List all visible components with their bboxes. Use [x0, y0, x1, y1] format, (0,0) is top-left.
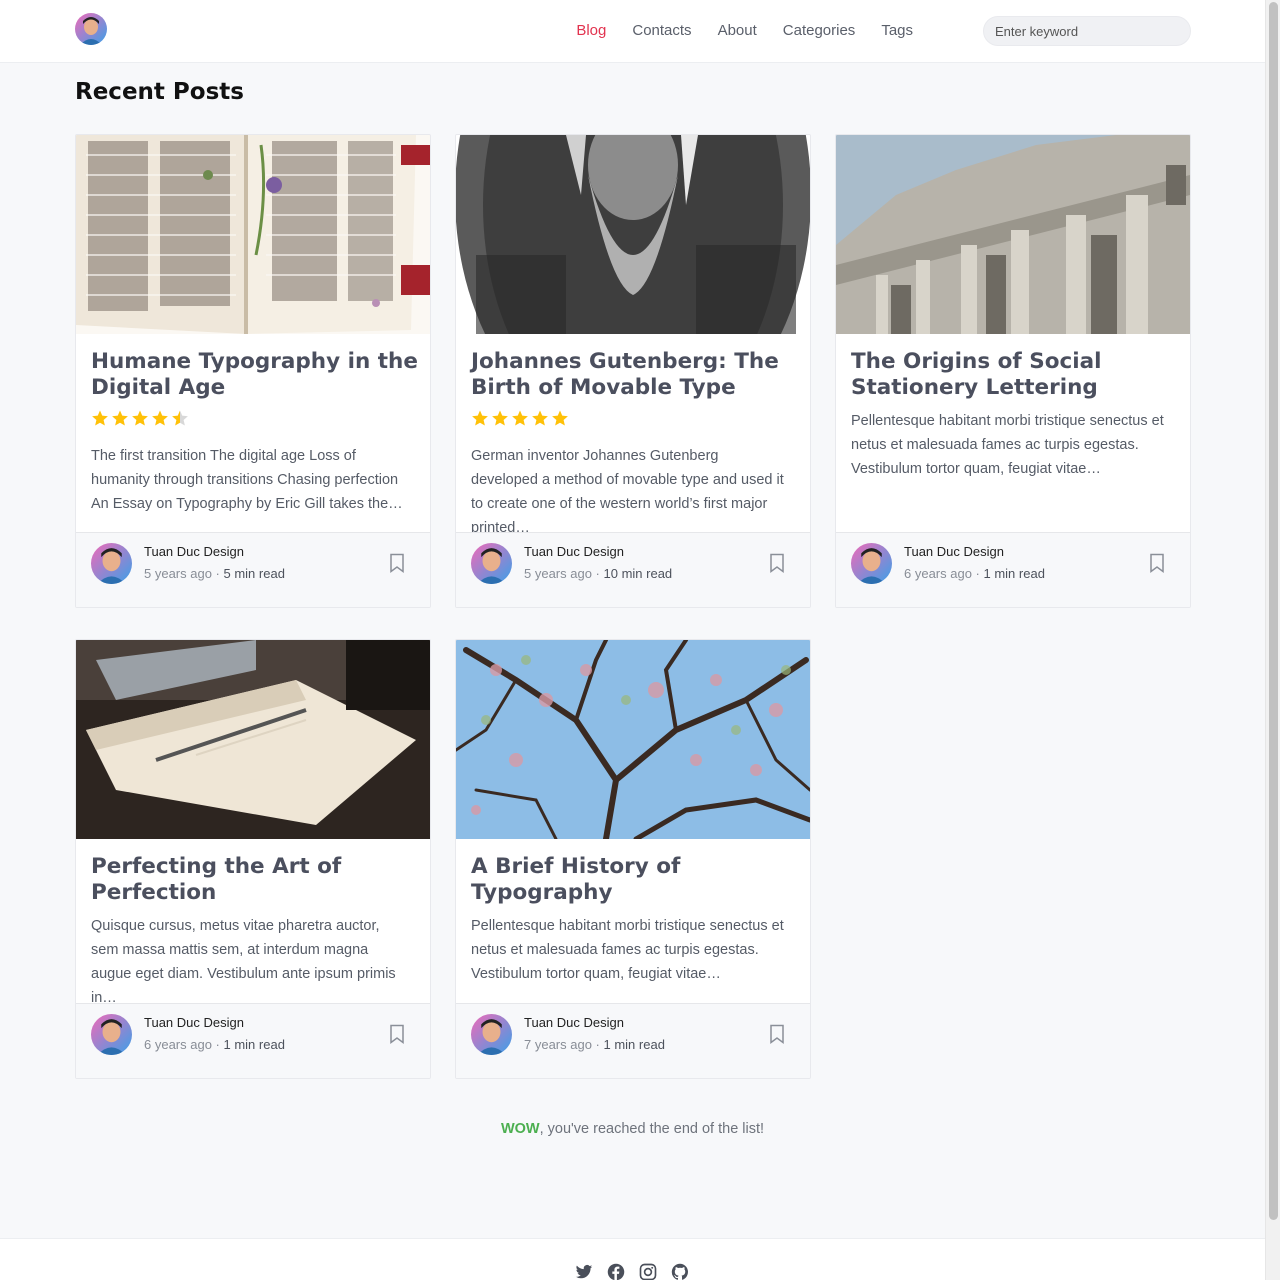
- end-of-list-note: WOW, you've reached the end of the list!: [0, 1121, 1265, 1137]
- read-time: 1 min read: [223, 1037, 285, 1052]
- star-icon: [512, 410, 528, 426]
- nav-about[interactable]: About: [718, 22, 757, 40]
- facebook-icon[interactable]: [607, 1263, 625, 1280]
- star-icon: [532, 410, 548, 426]
- instagram-icon[interactable]: [639, 1263, 657, 1280]
- nav-tags[interactable]: Tags: [881, 22, 913, 40]
- post-excerpt: The first transition The digital age Los…: [91, 448, 403, 512]
- scrollbar-thumb[interactable]: [1269, 2, 1278, 1220]
- post-card[interactable]: Perfecting the Art of Perfection Quisque…: [75, 639, 431, 1079]
- post-meta: 7 years ago · 1 min read: [524, 1037, 665, 1052]
- building-facade-image[interactable]: [836, 135, 1190, 334]
- meta-separator: ·: [591, 1037, 604, 1052]
- post-card-footer: Tuan Duc Design 6 years ago · 1 min read: [76, 1003, 430, 1078]
- old-manuscript-image[interactable]: [76, 135, 430, 334]
- star-icon: [552, 410, 568, 426]
- post-title[interactable]: Perfecting the Art of Perfection: [91, 854, 421, 906]
- twitter-icon[interactable]: [575, 1263, 593, 1280]
- meta-separator: ·: [591, 566, 604, 581]
- bookmark-icon[interactable]: [769, 1024, 785, 1044]
- site-footer: [0, 1238, 1265, 1280]
- author-avatar[interactable]: [91, 1014, 132, 1055]
- tree-branches-image[interactable]: [456, 640, 810, 839]
- rating-stars: [471, 409, 569, 427]
- author-avatar[interactable]: [91, 543, 132, 584]
- rating-stars: [91, 409, 189, 427]
- post-age: 7 years ago: [524, 1037, 592, 1052]
- meta-separator: ·: [211, 566, 224, 581]
- nav-categories[interactable]: Categories: [783, 22, 856, 40]
- post-title[interactable]: A Brief History of Typography: [471, 854, 801, 906]
- author-avatar[interactable]: [471, 1014, 512, 1055]
- half-star-icon: [172, 410, 188, 426]
- end-of-list-text: , you've reached the end of the list!: [539, 1121, 765, 1137]
- post-age: 6 years ago: [904, 566, 972, 581]
- star-icon: [132, 410, 148, 426]
- post-meta: 6 years ago · 1 min read: [904, 566, 1045, 581]
- star-icon: [92, 410, 108, 426]
- nav-blog[interactable]: Blog: [576, 22, 606, 40]
- site-logo-avatar[interactable]: [75, 13, 107, 45]
- star-icon: [492, 410, 508, 426]
- social-links: [575, 1263, 689, 1280]
- post-excerpt: Quisque cursus, metus vitae pharetra auc…: [91, 918, 396, 1006]
- post-excerpt: Pellentesque habitant morbi tristique se…: [851, 413, 1164, 477]
- bookmark-icon[interactable]: [1149, 553, 1165, 573]
- post-card-footer: Tuan Duc Design 6 years ago · 1 min read: [836, 532, 1190, 607]
- main-nav: Blog Contacts About Categories Tags: [550, 22, 913, 40]
- post-meta: 5 years ago · 10 min read: [524, 566, 672, 581]
- star-icon: [472, 410, 488, 426]
- post-meta: 6 years ago · 1 min read: [144, 1037, 285, 1052]
- author-name[interactable]: Tuan Duc Design: [524, 1015, 624, 1030]
- post-age: 5 years ago: [524, 566, 592, 581]
- author-name[interactable]: Tuan Duc Design: [524, 544, 624, 559]
- post-title[interactable]: Humane Typography in the Digital Age: [91, 349, 421, 401]
- bookmark-icon[interactable]: [389, 1024, 405, 1044]
- site-header: Blog Contacts About Categories Tags: [0, 0, 1265, 63]
- author-name[interactable]: Tuan Duc Design: [144, 544, 244, 559]
- post-age: 5 years ago: [144, 566, 212, 581]
- post-card-footer: Tuan Duc Design 7 years ago · 1 min read: [456, 1003, 810, 1078]
- wow-label: WOW: [500, 1121, 540, 1137]
- post-card[interactable]: The Origins of Social Stationery Letteri…: [835, 134, 1191, 608]
- author-name[interactable]: Tuan Duc Design: [144, 1015, 244, 1030]
- gutenberg-portrait-image[interactable]: [456, 135, 810, 334]
- post-excerpt: German inventor Johannes Gutenberg devel…: [471, 448, 784, 536]
- notebook-image[interactable]: [76, 640, 430, 839]
- post-card[interactable]: A Brief History of Typography Pellentesq…: [455, 639, 811, 1079]
- star-icon: [112, 410, 128, 426]
- meta-separator: ·: [211, 1037, 224, 1052]
- read-time: 5 min read: [223, 566, 285, 581]
- post-title[interactable]: The Origins of Social Stationery Letteri…: [851, 349, 1181, 401]
- post-card[interactable]: Johannes Gutenberg: The Birth of Movable…: [455, 134, 811, 608]
- post-excerpt: Pellentesque habitant morbi tristique se…: [471, 918, 784, 982]
- meta-separator: ·: [971, 566, 984, 581]
- star-icon: [152, 410, 168, 426]
- author-name[interactable]: Tuan Duc Design: [904, 544, 1004, 559]
- post-card[interactable]: Humane Typography in the Digital Age The…: [75, 134, 431, 608]
- read-time: 1 min read: [983, 566, 1045, 581]
- page-title: Recent Posts: [75, 79, 244, 105]
- read-time: 1 min read: [603, 1037, 665, 1052]
- read-time: 10 min read: [603, 566, 673, 581]
- bookmark-icon[interactable]: [769, 553, 785, 573]
- nav-contacts[interactable]: Contacts: [632, 22, 691, 40]
- bookmark-icon[interactable]: [389, 553, 405, 573]
- github-icon[interactable]: [671, 1263, 689, 1280]
- post-card-footer: Tuan Duc Design 5 years ago · 5 min read: [76, 532, 430, 607]
- post-title[interactable]: Johannes Gutenberg: The Birth of Movable…: [471, 349, 801, 401]
- post-meta: 5 years ago · 5 min read: [144, 566, 285, 581]
- author-avatar[interactable]: [851, 543, 892, 584]
- scrollbar[interactable]: [1265, 0, 1280, 1280]
- author-avatar[interactable]: [471, 543, 512, 584]
- post-card-footer: Tuan Duc Design 5 years ago · 10 min rea…: [456, 532, 810, 607]
- post-age: 6 years ago: [144, 1037, 212, 1052]
- search-input[interactable]: [983, 16, 1191, 46]
